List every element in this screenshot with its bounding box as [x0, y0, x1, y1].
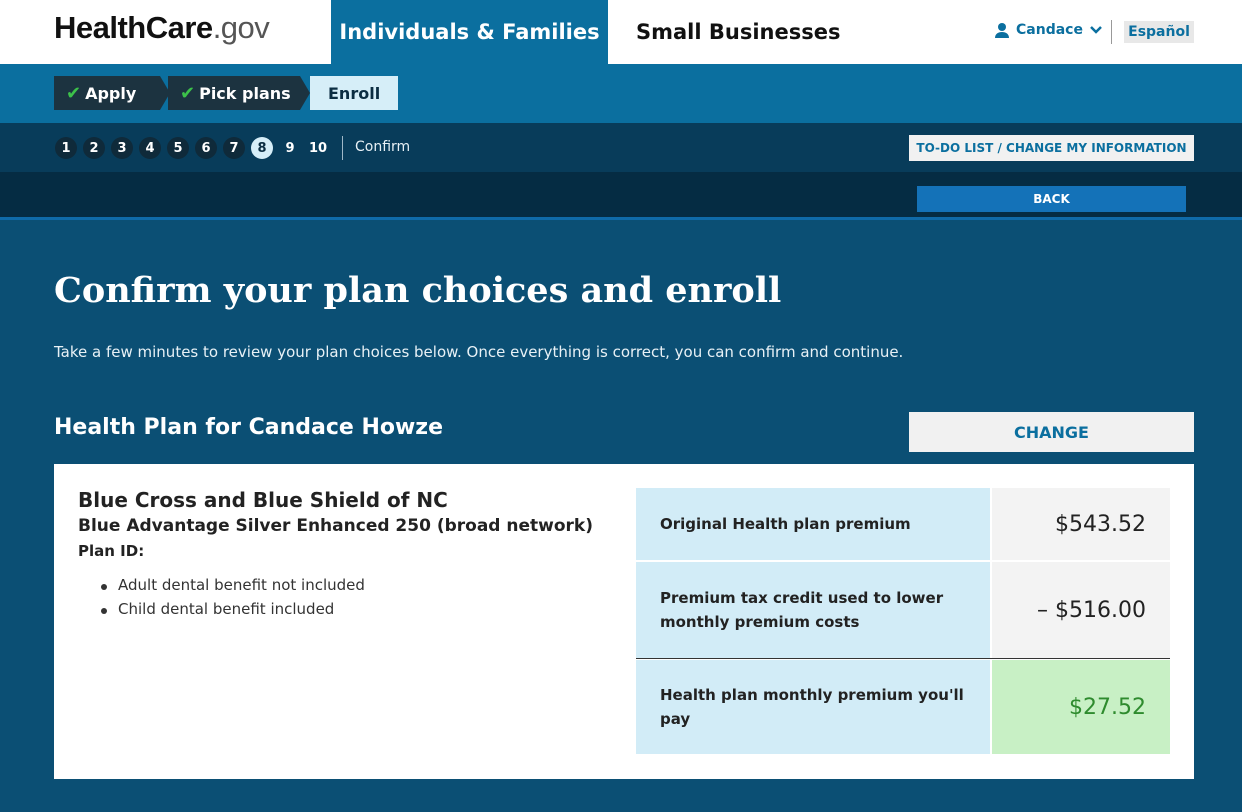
substep-6[interactable]: 6 [195, 137, 217, 159]
change-plan-button[interactable]: CHANGE [909, 412, 1194, 452]
substep-8-current: 8 [251, 137, 273, 159]
original-premium-value: $543.52 [992, 488, 1170, 560]
plan-heading: Health Plan for Candace Howze [54, 415, 444, 440]
insurer-name: Blue Cross and Blue Shield of NC [78, 488, 448, 512]
substep-10: 10 [308, 140, 328, 156]
substep-4[interactable]: 4 [139, 137, 161, 159]
step-apply[interactable]: ✔ Apply [54, 76, 160, 110]
back-button[interactable]: BACK [917, 186, 1186, 212]
chevron-down-icon [1089, 24, 1103, 36]
substep-7[interactable]: 7 [223, 137, 245, 159]
logo-main: HealthCare [54, 10, 213, 45]
page-title: Confirm your plan choices and enroll [54, 270, 782, 311]
step-enroll: Enroll [310, 76, 398, 110]
tax-credit-label: Premium tax credit used to lower monthly… [636, 562, 990, 658]
original-premium-label: Original Health plan premium [636, 488, 990, 560]
plan-name: Blue Advantage Silver Enhanced 250 (broa… [78, 516, 593, 536]
progress-steps: ✔ Apply ✔ Pick plans Enroll [0, 64, 1242, 123]
monthly-premium-label: Health plan monthly premium you'll pay [636, 660, 990, 754]
substep-1[interactable]: 1 [55, 137, 77, 159]
step-apply-label: Apply [85, 83, 137, 103]
monthly-premium-value: $27.52 [992, 660, 1170, 754]
plan-id-label: Plan ID: [78, 542, 145, 560]
user-name: Candace [1016, 22, 1083, 38]
back-bar: BACK [0, 172, 1242, 220]
tax-credit-value: – $516.00 [992, 562, 1170, 658]
substep-confirm-label: Confirm [355, 139, 411, 155]
plan-summary-card: Blue Cross and Blue Shield of NC Blue Ad… [54, 464, 1194, 779]
substep-9: 9 [285, 140, 295, 156]
total-divider [636, 658, 1170, 659]
user-icon [994, 22, 1010, 38]
benefits-list: Adult dental benefit not included Child … [98, 576, 365, 624]
user-menu[interactable]: Candace [994, 22, 1103, 38]
nav-small-businesses[interactable]: Small Businesses [636, 0, 840, 64]
substep-divider [342, 136, 343, 160]
intro-text: Take a few minutes to review your plan c… [54, 343, 904, 361]
logo-tld: .gov [212, 10, 270, 45]
language-toggle[interactable]: Español [1124, 21, 1194, 43]
list-item: Adult dental benefit not included [98, 576, 365, 600]
checkmark-icon: ✔ [66, 82, 82, 104]
site-header: HealthCare.gov Individuals & Families Sm… [0, 0, 1242, 64]
step-enroll-label: Enroll [328, 83, 381, 103]
substep-3[interactable]: 3 [111, 137, 133, 159]
substep-2[interactable]: 2 [83, 137, 105, 159]
checkmark-icon: ✔ [180, 82, 196, 104]
step-arrow [300, 76, 310, 110]
nav-individuals-families[interactable]: Individuals & Families [331, 0, 608, 64]
step-pick-plans-label: Pick plans [199, 83, 291, 103]
substep-bar: 1 2 3 4 5 6 7 8 9 10 Confirm TO-DO LIST … [0, 123, 1242, 172]
healthcare-gov-logo[interactable]: HealthCare.gov [54, 10, 270, 46]
list-item: Child dental benefit included [98, 600, 365, 624]
header-divider [1111, 20, 1112, 44]
step-pick-plans[interactable]: ✔ Pick plans [168, 76, 300, 110]
substep-5[interactable]: 5 [167, 137, 189, 159]
todo-list-button[interactable]: TO-DO LIST / CHANGE MY INFORMATION [909, 135, 1194, 161]
